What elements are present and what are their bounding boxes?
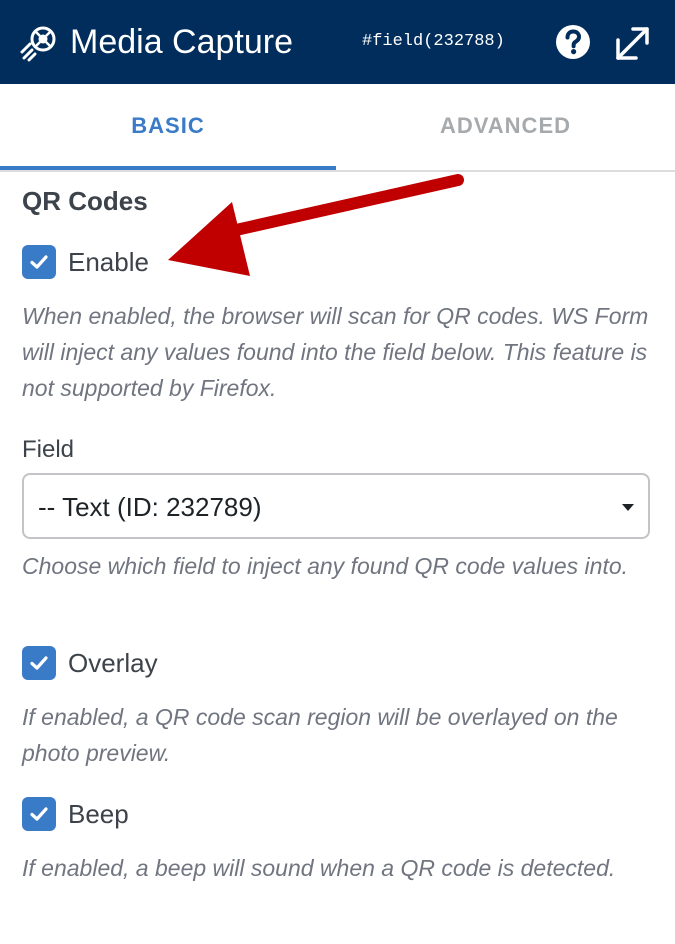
media-capture-logo-icon: [20, 26, 56, 62]
overlay-checkbox[interactable]: [22, 646, 56, 680]
help-icon[interactable]: [555, 24, 591, 60]
beep-help-text: If enabled, a beep will sound when a QR …: [22, 855, 616, 881]
field-select-value: -- Text (ID: 232789): [38, 492, 262, 522]
chevron-down-icon: [622, 504, 634, 511]
section-title: QR Codes: [22, 186, 148, 216]
field-label: Field: [22, 436, 75, 463]
enable-help-text: When enabled, the browser will scan for …: [22, 303, 649, 401]
beep-label: Beep: [68, 799, 129, 829]
enable-checkbox[interactable]: [22, 245, 56, 279]
panel-title: Media Capture: [70, 23, 294, 61]
tab-advanced[interactable]: ADVANCED: [336, 84, 675, 168]
beep-checkbox[interactable]: [22, 797, 56, 831]
popout-icon[interactable]: [613, 24, 651, 62]
checkmark-icon: [30, 807, 48, 821]
field-help-text: Choose which field to inject any found Q…: [22, 553, 629, 579]
field-id-label: #field(232788): [362, 32, 505, 51]
panel-header: Media Capture #field(232788): [0, 0, 675, 84]
checkmark-icon: [30, 255, 48, 269]
annotation-arrow-icon: [168, 174, 464, 276]
overlay-help-text: If enabled, a QR code scan region will b…: [22, 704, 618, 766]
tab-basic[interactable]: BASIC: [0, 84, 336, 170]
tab-bar: BASIC ADVANCED: [0, 84, 675, 172]
overlay-label: Overlay: [68, 648, 158, 678]
checkmark-icon: [30, 656, 48, 670]
field-select[interactable]: -- Text (ID: 232789): [22, 473, 650, 539]
enable-label: Enable: [68, 247, 149, 277]
